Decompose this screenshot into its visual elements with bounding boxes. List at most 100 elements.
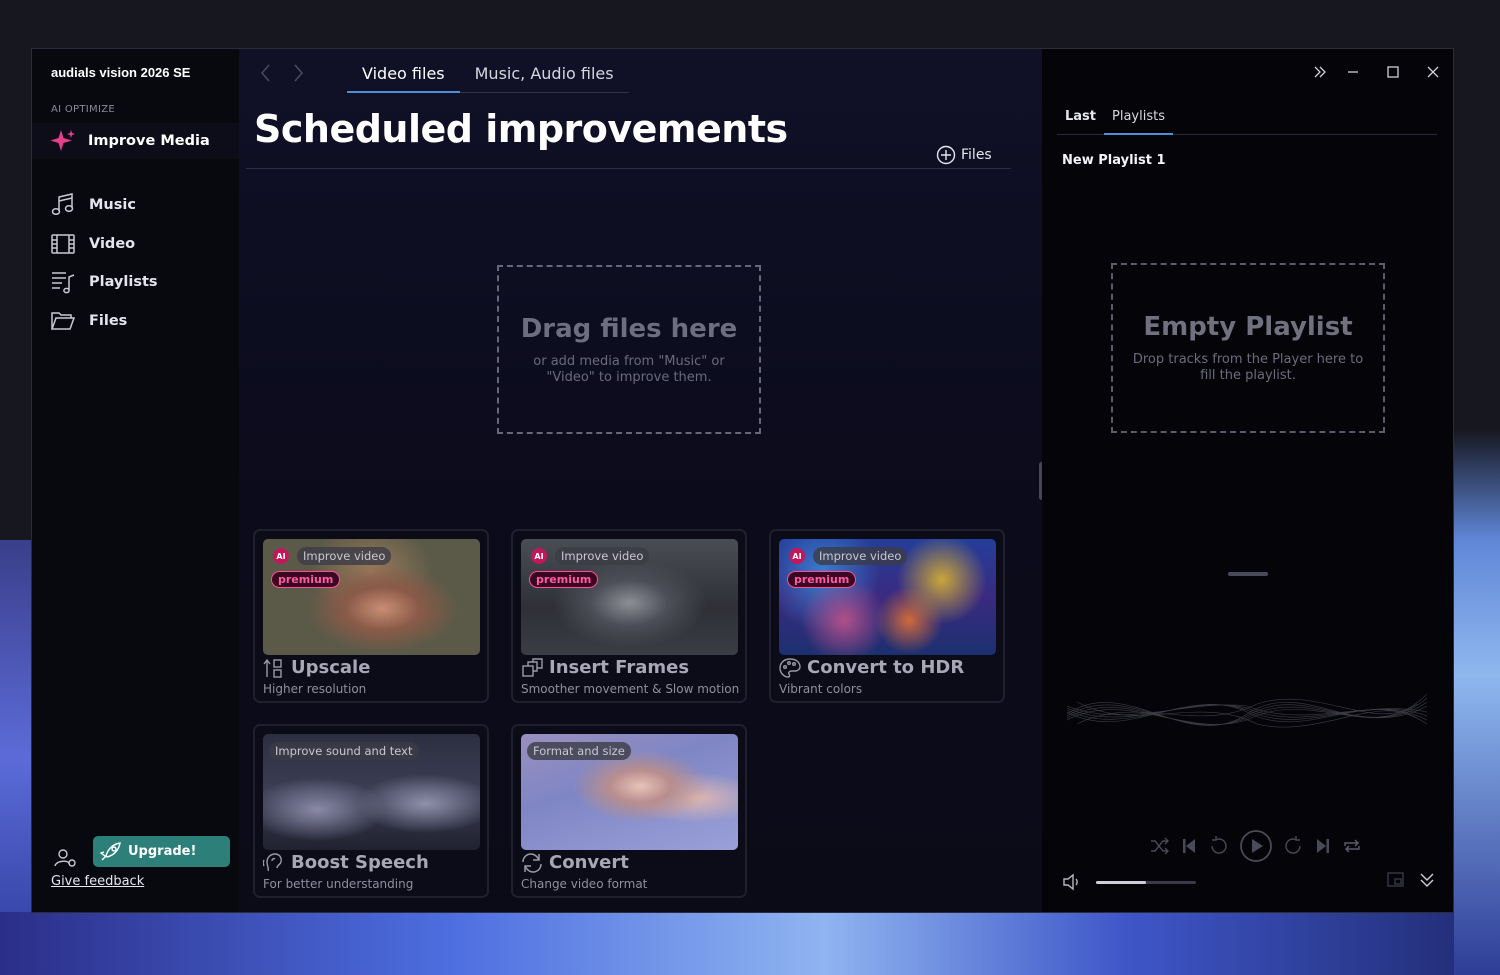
ai-badge: AI xyxy=(531,548,547,564)
back-arrow-icon[interactable] xyxy=(259,63,273,83)
card-title-row: Convert to HDR xyxy=(779,657,964,678)
improvement-card-upscale[interactable]: AI Improve video premium Upscale Higher … xyxy=(253,529,489,703)
app-title: audials vision 2026 SE xyxy=(51,65,191,80)
volume-icon[interactable] xyxy=(1062,873,1082,891)
play-icon[interactable] xyxy=(1239,829,1273,863)
sidebar: audials vision 2026 SE AI OPTIMIZE Impro… xyxy=(32,49,239,912)
rewind-10-icon[interactable] xyxy=(1208,835,1230,857)
improvement-card-convert[interactable]: Format and size Convert Change video for… xyxy=(511,724,747,898)
panel-resize-handle[interactable] xyxy=(1228,572,1268,576)
upgrade-button[interactable]: Upgrade! xyxy=(93,836,230,867)
card-tag: Improve video xyxy=(555,547,650,565)
tab-playlists[interactable]: Playlists xyxy=(1104,109,1173,135)
card-title: Upscale xyxy=(291,657,371,678)
panel-tabs: Last Playlists xyxy=(1057,109,1437,135)
improve-media-label: Improve Media xyxy=(88,133,210,149)
upscale-icon xyxy=(263,658,285,678)
give-feedback-link[interactable]: Give feedback xyxy=(51,874,144,889)
speech-icon xyxy=(263,852,285,873)
card-title-row: Upscale xyxy=(263,657,370,678)
shuffle-icon[interactable] xyxy=(1150,837,1170,855)
card-tag: Improve video xyxy=(297,547,392,565)
premium-badge: premium xyxy=(271,571,341,588)
empty-playlist-subtitle: Drop tracks from the Player here to fill… xyxy=(1132,352,1364,383)
add-files-button[interactable]: Files xyxy=(936,145,992,165)
sidebar-item-label: Video xyxy=(89,235,136,252)
maximize-icon[interactable] xyxy=(1386,65,1400,79)
volume-slider-fill xyxy=(1096,880,1146,884)
main-content: Video files Music, Audio files Scheduled… xyxy=(239,49,1044,912)
tab-video-files[interactable]: Video files xyxy=(347,49,460,93)
wallpaper-bottom xyxy=(0,912,1500,975)
sidebar-item-label: Files xyxy=(89,312,128,329)
card-thumbnail: AI Improve video premium xyxy=(521,539,738,655)
empty-playlist-title: Empty Playlist xyxy=(1143,312,1353,342)
card-tag: Improve video xyxy=(813,547,908,565)
divider xyxy=(246,168,1011,169)
improvement-card-insert-frames[interactable]: AI Improve video premium Insert Frames S… xyxy=(511,529,747,703)
next-icon[interactable] xyxy=(1313,837,1333,855)
sidebar-item-improve-media[interactable]: Improve Media xyxy=(32,123,239,159)
palette-icon xyxy=(779,657,801,678)
card-title: Boost Speech xyxy=(291,852,429,873)
premium-badge: premium xyxy=(787,571,857,588)
drop-zone-title: Drag files here xyxy=(520,314,738,344)
player-panel: Last Playlists New Playlist 1 Empty Play… xyxy=(1042,49,1453,912)
card-tag: Improve sound and text xyxy=(269,742,419,760)
user-settings-icon[interactable] xyxy=(54,848,78,868)
page-title: Scheduled improvements xyxy=(254,107,788,151)
card-tag: Format and size xyxy=(527,742,631,760)
card-title-row: Convert xyxy=(521,852,629,873)
card-title: Convert to HDR xyxy=(807,657,965,678)
repeat-icon[interactable] xyxy=(1342,837,1362,855)
history-nav xyxy=(259,63,305,83)
plus-circle-icon xyxy=(936,145,956,165)
expand-down-icon[interactable] xyxy=(1419,871,1435,889)
card-thumbnail: Format and size xyxy=(521,734,738,850)
tab-music-audio-files[interactable]: Music, Audio files xyxy=(460,49,629,93)
playlist-name[interactable]: New Playlist 1 xyxy=(1062,153,1166,168)
previous-icon[interactable] xyxy=(1179,837,1199,855)
upgrade-label: Upgrade! xyxy=(128,844,197,859)
improvement-card-boost-speech[interactable]: Improve sound and text Boost Speech For … xyxy=(253,724,489,898)
collapse-panel-icon[interactable] xyxy=(1313,65,1327,79)
improvement-card-convert-to-hdr[interactable]: AI Improve video premium Convert to HDR … xyxy=(769,529,1005,703)
sidebar-item-playlists[interactable]: Playlists xyxy=(32,263,239,302)
close-icon[interactable] xyxy=(1426,65,1440,79)
ai-badge: AI xyxy=(789,548,805,564)
card-title-row: Boost Speech xyxy=(263,852,429,873)
card-description: Higher resolution xyxy=(263,682,367,696)
folder-icon xyxy=(50,310,76,332)
app-window: audials vision 2026 SE AI OPTIMIZE Impro… xyxy=(31,48,1454,913)
rocket-icon xyxy=(100,841,122,862)
premium-badge: premium xyxy=(529,571,599,588)
playlist-drop-zone[interactable]: Empty Playlist Drop tracks from the Play… xyxy=(1111,263,1385,433)
forward-arrow-icon[interactable] xyxy=(291,63,305,83)
card-description: Change video format xyxy=(521,877,648,891)
sidebar-item-music[interactable]: Music xyxy=(32,186,239,225)
frames-icon xyxy=(521,657,543,678)
tab-last[interactable]: Last xyxy=(1057,109,1104,135)
mini-player-icon[interactable] xyxy=(1387,871,1405,889)
sidebar-item-files[interactable]: Files xyxy=(32,302,239,341)
sparkle-icon xyxy=(50,129,76,153)
film-icon xyxy=(50,232,76,256)
minimize-icon[interactable] xyxy=(1346,65,1360,79)
sidebar-item-label: Playlists xyxy=(89,274,158,291)
sidebar-nav: Music Video Playlists Files xyxy=(32,186,239,340)
card-description: Smoother movement & Slow motion xyxy=(521,682,740,696)
volume-slider[interactable] xyxy=(1096,880,1196,884)
waveform-visualizer xyxy=(1067,693,1427,728)
sidebar-item-label: Music xyxy=(89,197,136,214)
forward-30-icon[interactable] xyxy=(1282,835,1304,857)
convert-icon xyxy=(521,852,543,873)
sidebar-item-video[interactable]: Video xyxy=(32,225,239,264)
panel-bottom-icons xyxy=(1387,871,1435,889)
card-title: Insert Frames xyxy=(549,657,690,678)
drop-zone[interactable]: Drag files here or add media from "Music… xyxy=(497,265,761,434)
volume-row xyxy=(1062,873,1196,891)
card-title: Convert xyxy=(549,852,629,873)
playlist-icon xyxy=(50,269,76,295)
card-description: For better understanding xyxy=(263,877,414,891)
ai-badge: AI xyxy=(273,548,289,564)
